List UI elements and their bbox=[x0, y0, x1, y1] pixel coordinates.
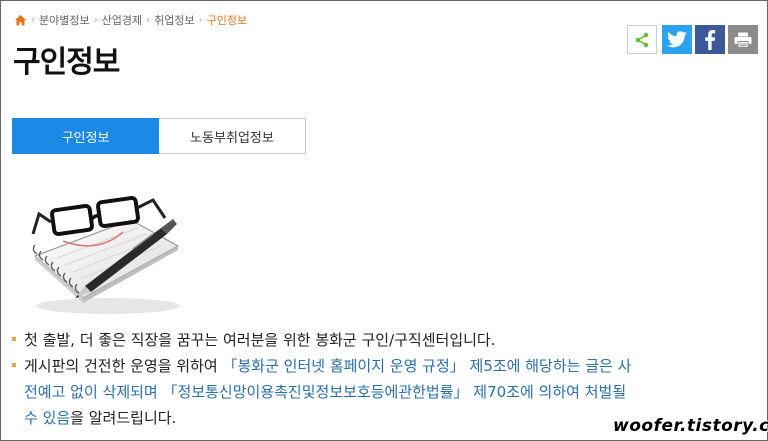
info-text: 전예고 없이 삭제되며 bbox=[24, 383, 163, 401]
page-frame: › 분야별정보 › 산업경제 › 취업정보 › 구인정보 구인정보 구인정보 노… bbox=[0, 0, 768, 441]
info-list: 첫 출발, 더 좋은 직장을 꿈꾸는 여러분을 위한 봉화군 구인/구직센터입니… bbox=[12, 327, 672, 431]
info-text: 게시판의 건전한 운영을 위하여 bbox=[24, 357, 223, 375]
info-text-emphasis: 수 있음 bbox=[24, 409, 71, 427]
print-button[interactable] bbox=[728, 25, 758, 54]
facebook-icon bbox=[705, 29, 716, 50]
breadcrumb-separator: › bbox=[31, 14, 35, 26]
bullet bbox=[12, 337, 16, 341]
twitter-icon bbox=[667, 31, 687, 48]
print-icon bbox=[734, 32, 752, 48]
breadcrumb-separator: › bbox=[93, 14, 98, 26]
twitter-button[interactable] bbox=[662, 25, 692, 54]
breadcrumb-separator: › bbox=[146, 14, 151, 26]
list-item: 첫 출발, 더 좋은 직장을 꿈꾸는 여러분을 위한 봉화군 구인/구직센터입니… bbox=[12, 327, 672, 353]
watermark: woofer.tistory.com bbox=[613, 416, 768, 436]
facebook-button[interactable] bbox=[695, 25, 725, 54]
tab-job-offers[interactable]: 구인정보 bbox=[12, 118, 159, 154]
tab-bar: 구인정보 노동부취업정보 bbox=[12, 118, 306, 154]
share-button[interactable] bbox=[627, 25, 657, 54]
breadcrumb-item[interactable]: 취업정보 bbox=[154, 12, 194, 28]
notepad-glasses-pen-illustration bbox=[31, 195, 180, 314]
breadcrumb: › 분야별정보 › 산업경제 › 취업정보 › 구인정보 bbox=[14, 12, 247, 28]
info-text: 제5조에 해당하는 글은 사 bbox=[464, 357, 632, 375]
tab-labor-ministry-jobs[interactable]: 노동부취업정보 bbox=[159, 118, 306, 154]
list-item: 게시판의 건전한 운영을 위하여 「봉화군 인터넷 홈페이지 운영 규정」 제5… bbox=[12, 353, 672, 431]
breadcrumb-current: 구인정보 bbox=[206, 14, 248, 27]
info-text: 수 있음 bbox=[24, 409, 70, 427]
bullet bbox=[12, 363, 16, 367]
share-icon bbox=[635, 32, 649, 47]
breadcrumb-item[interactable]: 산업경제 bbox=[102, 12, 142, 28]
breadcrumb-separator: › bbox=[198, 14, 203, 26]
law-link[interactable]: 「정보통신망이용촉진및정보보호등에관한법률」 bbox=[163, 383, 469, 401]
info-text: 첫 출발, 더 좋은 직장을 꿈꾸는 여러분을 위한 봉화군 구인/구직센터입니… bbox=[24, 331, 496, 349]
info-text: 제70조에 의하여 처벌될 bbox=[468, 383, 627, 401]
regulation-link[interactable]: 「봉화군 인터넷 홈페이지 운영 규정」 bbox=[222, 357, 464, 375]
page-title: 구인정보 bbox=[13, 45, 120, 80]
breadcrumb-item[interactable]: 분야별정보 bbox=[39, 12, 90, 28]
home-icon[interactable] bbox=[14, 14, 27, 27]
info-text: 을 알려드립니다. bbox=[70, 409, 177, 427]
